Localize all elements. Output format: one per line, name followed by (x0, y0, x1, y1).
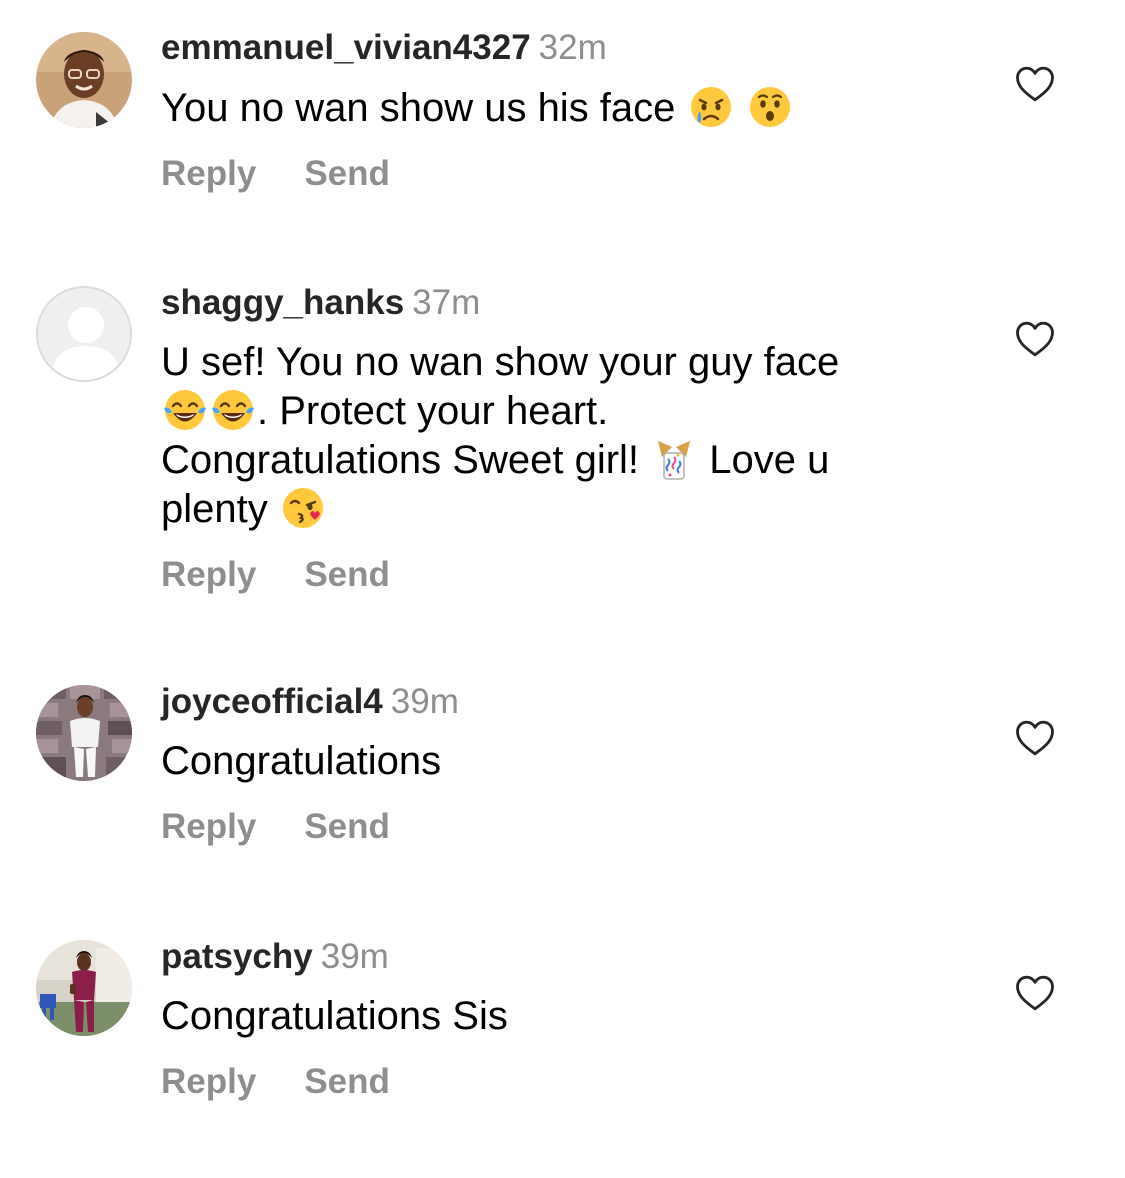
heart-outline-icon[interactable] (1015, 974, 1055, 1012)
comment-content: emmanuel_vivian4327 32m You no wan show u… (161, 28, 921, 194)
username[interactable]: emmanuel_vivian4327 (161, 28, 531, 67)
send-button[interactable]: Send (304, 807, 390, 846)
comment-content: joyceofficial4 39m Congratulations Reply S… (161, 682, 921, 847)
tears-of-joy-icon (209, 386, 257, 434)
avatar[interactable] (36, 685, 132, 781)
comment-meta: emmanuel_vivian4327 32m (161, 28, 921, 68)
comment-content: shaggy_hanks 37m U sef! You no wan show y… (161, 283, 921, 595)
default-avatar-icon[interactable] (36, 286, 132, 382)
party-popper-icon (650, 435, 698, 483)
comment-text: U sef! You no wan show your guy face . P… (161, 338, 921, 533)
reply-button[interactable]: Reply (161, 154, 256, 193)
comment-text-part: . Protect your heart. (257, 389, 609, 433)
heart-outline-icon[interactable] (1015, 719, 1055, 757)
timestamp: 37m (412, 283, 481, 322)
comment-meta: joyceofficial4 39m (161, 682, 921, 722)
comment-actions: Reply Send (161, 154, 921, 194)
comment-actions: Reply Send (161, 1062, 921, 1102)
avatar[interactable] (36, 32, 132, 128)
comment-actions: Reply Send (161, 807, 921, 847)
comment-text-part: U sef! You no wan show your guy face (161, 340, 840, 384)
send-button[interactable]: Send (304, 154, 390, 193)
comment-text-part: Congratulations Sweet girl! (161, 438, 651, 482)
send-button[interactable]: Send (304, 1062, 390, 1101)
heart-outline-icon[interactable] (1015, 320, 1055, 358)
comment-text: Congratulations Sis (161, 994, 508, 1038)
reply-button[interactable]: Reply (161, 1062, 256, 1101)
comment-meta: patsychy 39m (161, 937, 921, 977)
timestamp: 32m (538, 28, 607, 67)
comment-text: Congratulations (161, 739, 442, 783)
send-button[interactable]: Send (304, 555, 390, 594)
comment-actions: Reply Send (161, 555, 921, 595)
comment-text-part: You no wan show us his face (161, 86, 687, 130)
username[interactable]: joyceofficial4 (161, 682, 383, 721)
heart-outline-icon[interactable] (1015, 65, 1055, 103)
comment-content: patsychy 39m Congratulations Sis Reply Sen… (161, 937, 921, 1102)
avatar[interactable] (36, 940, 132, 1036)
hushed-face-icon (746, 83, 794, 131)
comment-text-part: Love u (698, 438, 830, 482)
reply-button[interactable]: Reply (161, 807, 256, 846)
crying-face-icon (687, 83, 735, 131)
comment-text: You no wan show us his face (161, 83, 921, 132)
reply-button[interactable]: Reply (161, 555, 256, 594)
username[interactable]: patsychy (161, 937, 313, 976)
tears-of-joy-icon (161, 386, 209, 434)
timestamp: 39m (320, 937, 389, 976)
username[interactable]: shaggy_hanks (161, 283, 404, 322)
comment-text-part: plenty (161, 487, 279, 531)
comment-meta: shaggy_hanks 37m (161, 283, 921, 323)
timestamp: 39m (390, 682, 459, 721)
face-blowing-kiss-icon (279, 484, 327, 532)
